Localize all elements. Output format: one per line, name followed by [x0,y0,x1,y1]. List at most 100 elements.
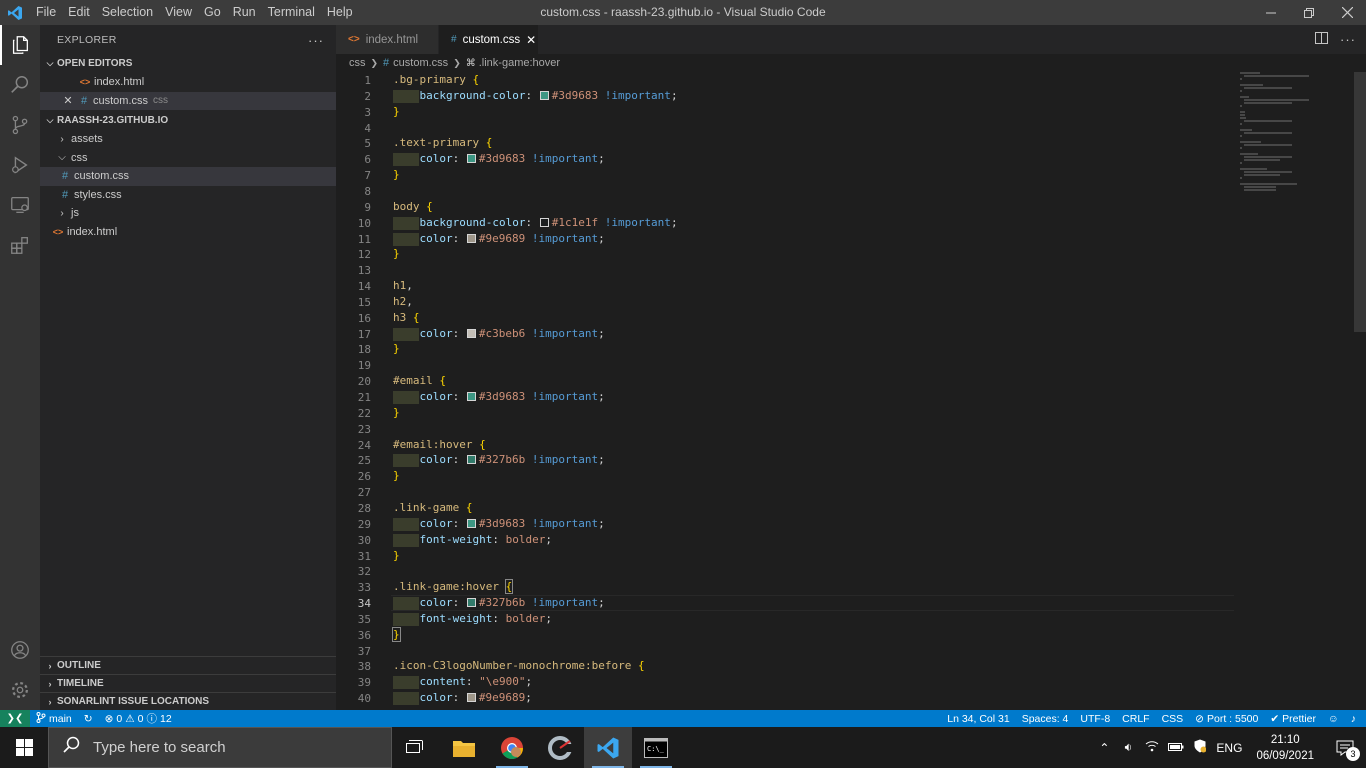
chrome-icon[interactable] [488,727,536,768]
restore-button[interactable] [1290,0,1328,25]
live-server-status[interactable]: ⊘ Port : 5500 [1189,713,1264,725]
code-line[interactable]: 3} [336,104,1366,120]
menu-view[interactable]: View [159,0,198,25]
language-mode[interactable]: CSS [1156,713,1190,725]
minimap[interactable] [1240,72,1354,202]
eol-status[interactable]: CRLF [1116,713,1155,725]
tree-file-styles-css[interactable]: # styles.css [40,186,336,205]
prettier-status[interactable]: ✔ Prettier [1264,713,1322,725]
wifi-icon[interactable] [1140,740,1164,755]
color-swatch[interactable] [539,218,549,227]
code-line[interactable]: 14 h1, [336,278,1366,294]
windows-start-icon[interactable] [0,727,48,768]
vertical-scrollbar[interactable] [1354,72,1366,332]
vscode-taskbar-icon[interactable] [584,727,632,768]
input-language[interactable]: ENG [1212,741,1246,755]
open-editor-item-custom-css[interactable]: ✕ # custom.css css [40,91,336,110]
more-actions-icon[interactable]: ··· [308,33,324,48]
code-line[interactable]: 6 color: #3d9683 !important; [336,151,1366,167]
menu-selection[interactable]: Selection [96,0,159,25]
timeline-section[interactable]: › TIMELINE [40,674,336,692]
tree-folder-js[interactable]: › js [40,204,336,223]
manage-gear-icon[interactable] [0,670,40,710]
color-swatch[interactable] [466,392,476,401]
code-line[interactable]: 20 #email { [336,373,1366,389]
split-editor-icon[interactable] [1315,32,1328,47]
encoding-status[interactable]: UTF-8 [1074,713,1116,725]
task-view-icon[interactable] [392,727,440,768]
indentation-status[interactable]: Spaces: 4 [1016,713,1075,725]
project-section[interactable]: ⌵ RAASSH-23.GITHUB.IO [40,110,336,130]
chevron-up-icon[interactable]: ⌃ [1092,741,1116,755]
breadcrumb-folder[interactable]: css [349,57,366,69]
code-line[interactable]: 1 .bg-primary { [336,72,1366,88]
extensions-icon[interactable] [0,225,40,265]
clock[interactable]: 21:10 06/09/2021 [1246,732,1324,764]
code-line[interactable]: 16 h3 { [336,310,1366,326]
code-line[interactable]: 28 .link-game { [336,500,1366,516]
tree-file-index-html[interactable]: <> index.html [40,223,336,242]
code-line[interactable]: 11 color: #9e9689 !important; [336,231,1366,247]
code-line[interactable]: 27 [336,484,1366,500]
ccleaner-icon[interactable] [536,727,584,768]
menu-edit[interactable]: Edit [62,0,96,25]
breadcrumb-symbol[interactable]: .link-game:hover [479,57,560,69]
source-control-icon[interactable] [0,105,40,145]
problems-status[interactable]: ⊗ 0 ⚠ 0 ⓘ 12 [99,711,178,726]
menu-go[interactable]: Go [198,0,227,25]
menu-terminal[interactable]: Terminal [262,0,321,25]
search-icon[interactable] [0,65,40,105]
menu-file[interactable]: File [30,0,62,25]
color-swatch[interactable] [466,693,476,702]
code-line[interactable]: 2 background-color: #3d9683 !important; [336,88,1366,104]
breadcrumb-file[interactable]: custom.css [393,57,448,69]
code-line[interactable]: 8 [336,183,1366,199]
code-line[interactable]: 33 .link-game:hover { [336,579,1366,595]
code-line[interactable]: 7} [336,167,1366,183]
code-line[interactable]: 10 background-color: #1c1e1f !important; [336,215,1366,231]
remote-explorer-icon[interactable] [0,185,40,225]
remote-indicator-icon[interactable]: ❯❮ [0,710,30,727]
code-line[interactable]: 18} [336,341,1366,357]
cursor-position[interactable]: Ln 34, Col 31 [941,713,1015,725]
code-line[interactable]: 32 [336,563,1366,579]
menu-help[interactable]: Help [321,0,359,25]
code-line[interactable]: 29 color: #3d9683 !important; [336,516,1366,532]
code-line[interactable]: 5 .text-primary { [336,135,1366,151]
bell-icon[interactable]: ♪ [1345,713,1362,725]
vscode-logo-icon[interactable] [0,0,30,25]
security-shield-icon[interactable] [1188,739,1212,756]
code-line[interactable]: 19 [336,357,1366,373]
code-line[interactable]: 39 content: "\e900"; [336,674,1366,690]
account-icon[interactable] [0,630,40,670]
color-swatch[interactable] [466,455,476,464]
code-line[interactable]: 35 font-weight: bolder; [336,611,1366,627]
code-line[interactable]: 17 color: #c3beb6 !important; [336,326,1366,342]
run-debug-icon[interactable] [0,145,40,185]
menu-run[interactable]: Run [227,0,262,25]
branch-status[interactable]: main [30,711,78,726]
code-line[interactable]: 25 color: #327b6b !important; [336,452,1366,468]
color-swatch[interactable] [466,329,476,338]
color-swatch[interactable] [539,91,549,100]
code-line[interactable]: 12} [336,246,1366,262]
volume-icon[interactable]: 🔉︎ [1116,740,1140,755]
code-line[interactable]: 34 color: #327b6b !important; [336,595,1366,611]
code-editor[interactable]: 1 .bg-primary {2 background-color: #3d968… [336,72,1366,710]
color-swatch[interactable] [466,234,476,243]
code-line[interactable]: 36} [336,627,1366,643]
color-swatch[interactable] [466,519,476,528]
code-line[interactable]: 21 color: #3d9683 !important; [336,389,1366,405]
code-line[interactable]: 40 color: #9e9689; [336,690,1366,706]
color-swatch[interactable] [466,598,476,607]
explorer-icon[interactable] [0,25,40,65]
more-actions-icon[interactable]: ··· [1340,32,1356,47]
tree-file-custom-css[interactable]: # custom.css [40,167,336,186]
close-window-button[interactable] [1328,0,1366,25]
code-line[interactable]: 26} [336,468,1366,484]
open-editors-section[interactable]: ⌵ OPEN EDITORS [40,53,336,73]
code-line[interactable]: 9 body { [336,199,1366,215]
code-line[interactable]: 30 font-weight: bolder; [336,532,1366,548]
tree-folder-css[interactable]: ⌵ css [40,149,336,168]
code-line[interactable]: 37 [336,643,1366,659]
